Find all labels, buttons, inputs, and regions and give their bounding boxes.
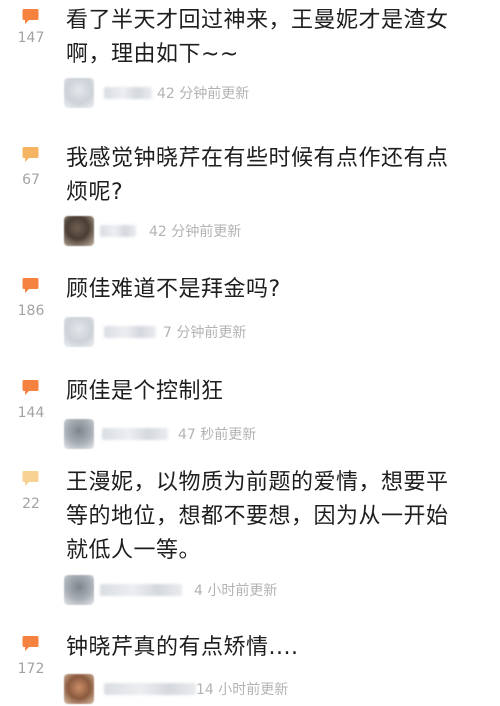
avatar[interactable] — [64, 674, 94, 704]
comment-bubble-icon — [22, 278, 39, 293]
comment-bubble-icon — [22, 471, 39, 486]
username-blurred[interactable] — [104, 326, 156, 338]
comment-bubble-icon — [22, 9, 39, 24]
post-text[interactable]: 我感觉钟晓芹在有些时候有点作还有点 烦呢? — [66, 142, 480, 210]
reply-count: 22 — [22, 496, 40, 512]
update-time: 42 分钟前更新 — [149, 224, 242, 240]
post-text-line: 钟晓芹真的有点矫情.... — [66, 635, 299, 660]
post-text-line: 就低人一等。 — [66, 538, 202, 563]
post-text-line: 啊，理由如下~~ — [66, 42, 239, 67]
post-text-line: 王漫妮，以物质为前题的爱情，想要平 — [66, 470, 449, 495]
username-blurred[interactable] — [104, 683, 196, 695]
post-text-line: 看了半天才回过神来，王曼妮才是渣女 — [66, 8, 449, 33]
username-blurred[interactable] — [102, 428, 168, 440]
post-text[interactable]: 钟晓芹真的有点矫情.... — [66, 631, 480, 665]
reply-count: 67 — [22, 172, 40, 188]
update-time: 4 小时前更新 — [194, 583, 278, 599]
username-blurred[interactable] — [100, 584, 182, 596]
comment-bubble-icon — [22, 380, 39, 395]
update-time: 42 分钟前更新 — [157, 86, 250, 102]
update-time: 7 分钟前更新 — [163, 325, 247, 341]
comment-bubble-icon — [22, 147, 39, 162]
avatar[interactable] — [64, 317, 94, 347]
reply-count: 147 — [17, 30, 45, 46]
post-text[interactable]: 王漫妮，以物质为前题的爱情，想要平 等的地位，想都不要想，因为从一开始 就低人一… — [66, 466, 480, 568]
post-text[interactable]: 看了半天才回过神来，王曼妮才是渣女 啊，理由如下~~ — [66, 4, 480, 72]
update-time: 47 秒前更新 — [178, 427, 257, 443]
post-text-line: 等的地位，想都不要想，因为从一开始 — [66, 504, 449, 529]
avatar[interactable] — [64, 575, 94, 605]
post-text-line: 我感觉钟晓芹在有些时候有点作还有点 — [66, 146, 449, 171]
reply-count: 186 — [17, 303, 45, 319]
post-text-line: 烦呢? — [66, 180, 124, 205]
avatar[interactable] — [64, 78, 94, 108]
avatar[interactable] — [64, 419, 94, 449]
post-text-line: 顾佳是个控制狂 — [66, 379, 224, 404]
update-time: 14 小时前更新 — [196, 682, 289, 698]
comment-feed: 147 看了半天才回过神来，王曼妮才是渣女 啊，理由如下~~ 42 分钟前更新 … — [0, 0, 500, 706]
post-text[interactable]: 顾佳是个控制狂 — [66, 375, 480, 409]
reply-count: 144 — [17, 405, 45, 421]
comment-bubble-icon — [22, 636, 39, 651]
post-text-line: 顾佳难道不是拜金吗? — [66, 277, 281, 302]
post-text[interactable]: 顾佳难道不是拜金吗? — [66, 273, 480, 307]
reply-count: 172 — [17, 661, 45, 677]
avatar[interactable] — [64, 216, 94, 246]
username-blurred[interactable] — [100, 225, 136, 237]
username-blurred[interactable] — [104, 87, 152, 99]
